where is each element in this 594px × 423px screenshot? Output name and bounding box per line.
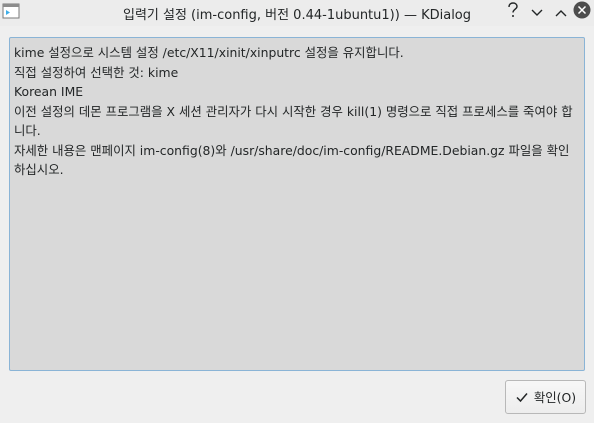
minimize-button[interactable] [527,2,547,22]
close-button[interactable] [572,1,592,23]
checkmark-icon [515,390,529,404]
message-line: Korean IME [14,84,84,99]
message-line: 이전 설정의 데몬 프로그램을 X 세션 관리자가 다시 시작한 경우 kill… [14,103,573,139]
ok-button-label: 확인(O) [533,390,577,405]
dialog-window: 입력기 설정 (im-config, 버전 0.44-1ubuntu1)) — … [0,0,594,423]
help-icon [506,2,520,22]
chevron-up-icon [554,3,568,22]
ok-button[interactable]: 확인(O) [505,380,586,414]
message-line: 직접 설정하여 선택한 것: kime [14,64,179,80]
message-line: kime 설정으로 시스템 설정 /etc/X11/xinit/xinputrc… [14,45,404,60]
maximize-button[interactable] [551,2,571,22]
help-button[interactable] [503,2,523,22]
kdialog-app-icon[interactable] [2,3,20,19]
close-icon [573,1,591,23]
chevron-down-icon [530,3,544,22]
message-text-area[interactable]: kime 설정으로 시스템 설정 /etc/X11/xinit/xinputrc… [9,37,585,371]
title-bar[interactable]: 입력기 설정 (im-config, 버전 0.44-1ubuntu1)) — … [0,0,594,26]
message-line: 자세한 내용은 맨페이지 im-config(8)와 /usr/share/do… [14,142,570,178]
